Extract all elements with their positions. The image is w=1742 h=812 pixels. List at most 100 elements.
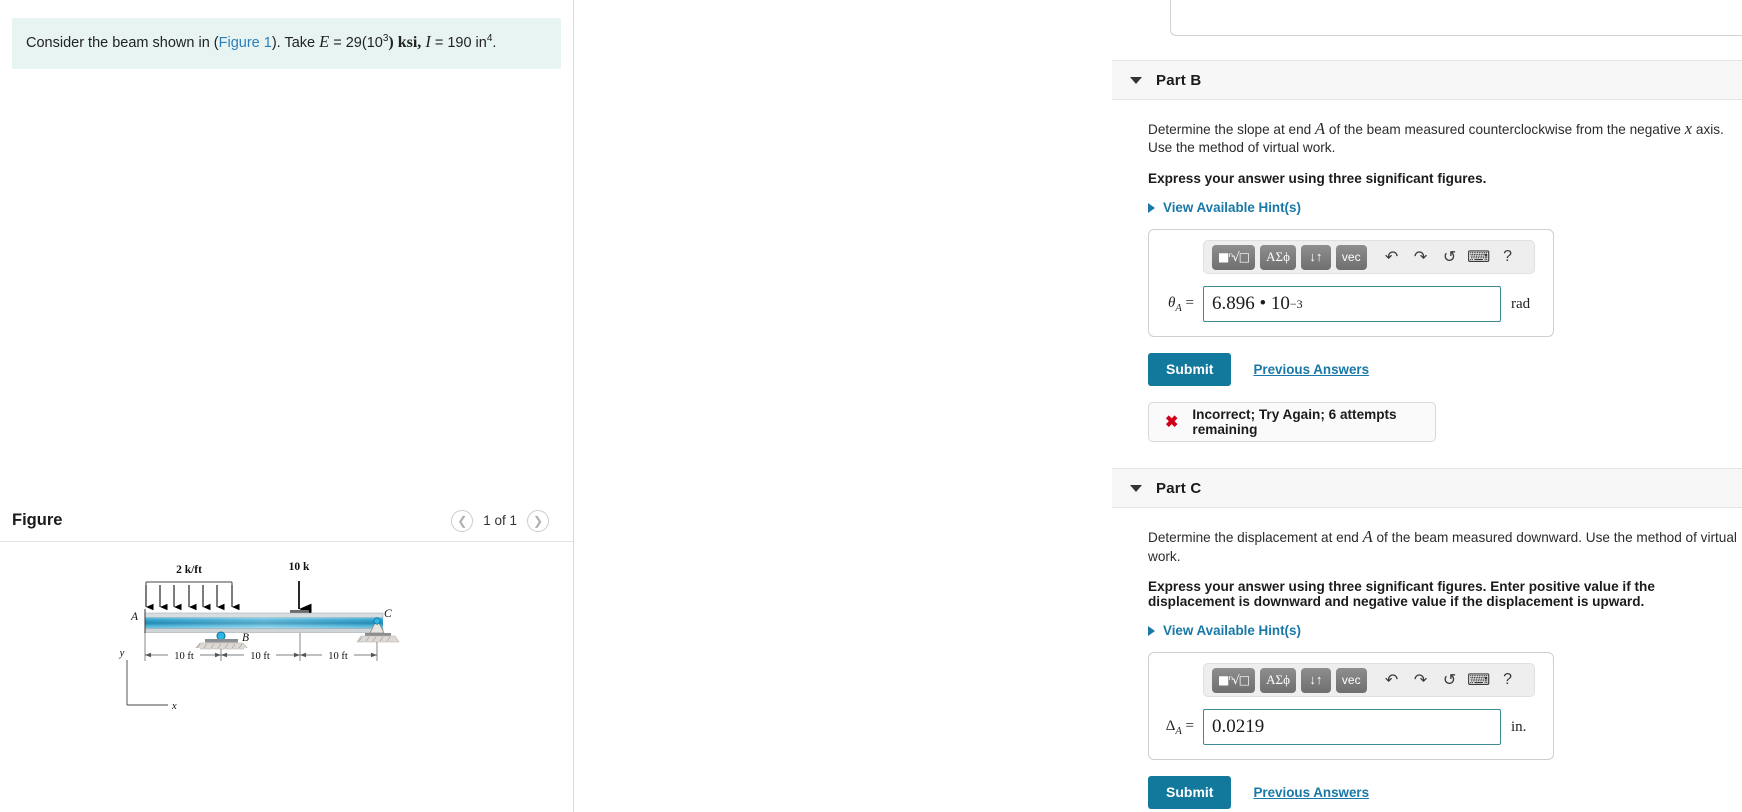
- part-b-feedback: ✖ Incorrect; Try Again; 6 attempts remai…: [1148, 402, 1436, 443]
- part-b-prompt-a: Determine the slope at end: [1148, 122, 1316, 137]
- part-c-prompt-var-A: A: [1362, 527, 1373, 547]
- part-c-answer-value: 0.0219: [1212, 716, 1265, 738]
- reset-icon[interactable]: ↺: [1438, 245, 1462, 269]
- part-b-prompt-var-x: x: [1684, 119, 1693, 138]
- part-b-answer-value: 6.896 • 10: [1212, 293, 1290, 315]
- sqrt-template-button[interactable]: ■ⁿ√□: [1212, 244, 1256, 270]
- vector-button[interactable]: vec: [1335, 244, 1367, 270]
- collapse-caret-icon[interactable]: [1130, 484, 1142, 492]
- part-b-hints-label: View Available Hint(s): [1163, 200, 1301, 216]
- figure-image[interactable]: 2 k/ft 10 k A B C 10 ft 10 ft 10 ft y x: [0, 543, 573, 812]
- span-label-2: 10 ft: [250, 651, 270, 662]
- collapse-caret-icon[interactable]: [1130, 76, 1142, 84]
- part-c-math-toolbar: ■ⁿ√□ ΑΣϕ ↓↑ vec ↶ ↷ ↺ ⌨ ?: [1203, 663, 1535, 698]
- greek-symbols-button[interactable]: ΑΣϕ: [1260, 667, 1296, 693]
- part-b-feedback-text: Incorrect; Try Again; 6 attempts remaini…: [1192, 407, 1397, 438]
- part-c-title: Part C: [1156, 479, 1202, 497]
- point-load-label: 10 k: [289, 561, 310, 573]
- redo-icon[interactable]: ↷: [1409, 668, 1433, 692]
- vector-button[interactable]: vec: [1335, 667, 1367, 693]
- part-b-body: Determine the slope at end A of the beam…: [1112, 118, 1742, 443]
- part-b-instruction: Express your answer using three signific…: [1148, 171, 1487, 187]
- keyboard-icon[interactable]: ⌨: [1467, 245, 1491, 269]
- help-icon[interactable]: ?: [1496, 668, 1520, 692]
- part-c-actions: Submit Previous Answers: [1148, 776, 1742, 810]
- part-c-answer-label: ΔA =: [1165, 717, 1194, 737]
- part-c-body: Determine the displacement at end A of t…: [1112, 526, 1742, 812]
- figure-title: Figure: [12, 511, 63, 529]
- figure-navigation: ❮ 1 of 1 ❯: [451, 509, 549, 532]
- part-c-instruction: Express your answer using three signific…: [1148, 579, 1655, 610]
- part-c-answer-subscript: A: [1175, 725, 1182, 737]
- greek-symbols-button[interactable]: ΑΣϕ: [1260, 244, 1296, 270]
- undo-icon[interactable]: ↶: [1380, 668, 1404, 692]
- part-b-answer-label: θA =: [1167, 294, 1194, 314]
- E-unit: ) ksi,: [388, 34, 426, 51]
- part-c-unit: in.: [1511, 718, 1527, 735]
- part-b-title: Part B: [1156, 71, 1202, 89]
- redo-icon[interactable]: ↷: [1409, 245, 1433, 269]
- chevron-right-icon[interactable]: ❯: [527, 509, 549, 532]
- problem-period: .: [492, 35, 497, 51]
- part-c-prompt: Determine the displacement at end A of t…: [1148, 526, 1742, 565]
- chevron-left-icon[interactable]: ❮: [451, 509, 474, 532]
- keyboard-icon[interactable]: ⌨: [1467, 668, 1491, 692]
- part-b-answer-card: ■ⁿ√□ ΑΣϕ ↓↑ vec ↶ ↷ ↺ ⌨ ? θA = 6.896 • 1…: [1148, 229, 1554, 338]
- hint-triangle-icon: [1148, 202, 1155, 213]
- part-c-answer-symbol: Δ: [1165, 717, 1176, 734]
- label-point-B: B: [242, 632, 249, 644]
- part-b-actions: Submit Previous Answers: [1148, 353, 1742, 387]
- part-b-view-hints[interactable]: View Available Hint(s): [1148, 200, 1742, 215]
- distributed-load-label: 2 k/ft: [176, 564, 202, 576]
- part-c-prompt-a: Determine the displacement at end: [1148, 530, 1363, 546]
- page-root: Consider the beam shown in (Figure 1). T…: [0, 0, 1742, 812]
- part-b-unit: rad: [1511, 295, 1531, 312]
- undo-icon[interactable]: ↶: [1380, 245, 1404, 269]
- part-b-prompt: Determine the slope at end A of the beam…: [1148, 118, 1742, 157]
- right-pane: Part B Determine the slope at end A of t…: [574, 0, 1742, 812]
- part-b-header[interactable]: Part B: [1112, 60, 1742, 100]
- part-c-hints-label: View Available Hint(s): [1163, 623, 1301, 639]
- sqrt-template-button[interactable]: ■ⁿ√□: [1212, 667, 1256, 693]
- E-value: = 29(10: [329, 35, 383, 51]
- I-value: = 190 in: [430, 35, 487, 51]
- arrows-button[interactable]: ↓↑: [1300, 244, 1331, 270]
- part-b-math-toolbar: ■ⁿ√□ ΑΣϕ ↓↑ vec ↶ ↷ ↺ ⌨ ?: [1203, 240, 1535, 275]
- span-label-1: 10 ft: [174, 651, 194, 662]
- part-b-answer-row: θA = 6.896 • 10 −3 rad: [1161, 286, 1541, 323]
- label-point-C: C: [384, 608, 392, 620]
- arrows-button[interactable]: ↓↑: [1300, 667, 1331, 693]
- figure-1-link[interactable]: Figure 1: [219, 35, 272, 51]
- figure-count-label: 1 of 1: [483, 513, 517, 528]
- reset-icon[interactable]: ↺: [1438, 668, 1462, 692]
- error-x-icon: ✖: [1165, 414, 1179, 432]
- part-c-header[interactable]: Part C: [1112, 468, 1742, 509]
- part-c-answer-row: ΔA = 0.0219 in.: [1161, 709, 1541, 746]
- part-c-answer-card: ■ⁿ√□ ΑΣϕ ↓↑ vec ↶ ↷ ↺ ⌨ ? ΔA = 0.0219 in…: [1148, 652, 1554, 761]
- part-c-submit-button[interactable]: Submit: [1148, 776, 1232, 810]
- part-b-answer-exponent: −3: [1289, 296, 1303, 311]
- part-b-answer-subscript: A: [1175, 302, 1182, 314]
- label-point-A: A: [130, 611, 139, 623]
- problem-text-1: Consider the beam shown in (: [26, 35, 219, 51]
- hint-triangle-icon: [1148, 625, 1155, 636]
- part-b-prompt-var-A: A: [1315, 119, 1326, 138]
- part-b-previous-answers-link[interactable]: Previous Answers: [1253, 362, 1369, 377]
- axis-label-y: y: [119, 648, 125, 659]
- problem-statement: Consider the beam shown in (Figure 1). T…: [12, 18, 561, 69]
- beam-diagram-svg: 2 k/ft 10 k A B C 10 ft 10 ft 10 ft y x: [119, 561, 400, 712]
- left-pane: Consider the beam shown in (Figure 1). T…: [0, 0, 574, 812]
- part-c-previous-answers-link[interactable]: Previous Answers: [1253, 785, 1369, 800]
- figure-header: Figure ❮ 1 of 1 ❯: [0, 500, 573, 542]
- part-b-submit-button[interactable]: Submit: [1148, 353, 1232, 387]
- span-label-3: 10 ft: [328, 651, 348, 662]
- axis-label-x: x: [171, 701, 177, 712]
- part-b-answer-input[interactable]: 6.896 • 10 −3: [1203, 286, 1501, 323]
- part-c-view-hints[interactable]: View Available Hint(s): [1148, 623, 1742, 638]
- symbol-E: E: [319, 32, 330, 51]
- part-b-prompt-b: of the beam measured counterclockwise fr…: [1325, 122, 1685, 137]
- problem-text-2: ). Take: [271, 35, 320, 51]
- part-c-answer-input[interactable]: 0.0219: [1203, 709, 1501, 746]
- help-icon[interactable]: ?: [1496, 245, 1520, 269]
- previous-part-card-stub: [1170, 0, 1742, 36]
